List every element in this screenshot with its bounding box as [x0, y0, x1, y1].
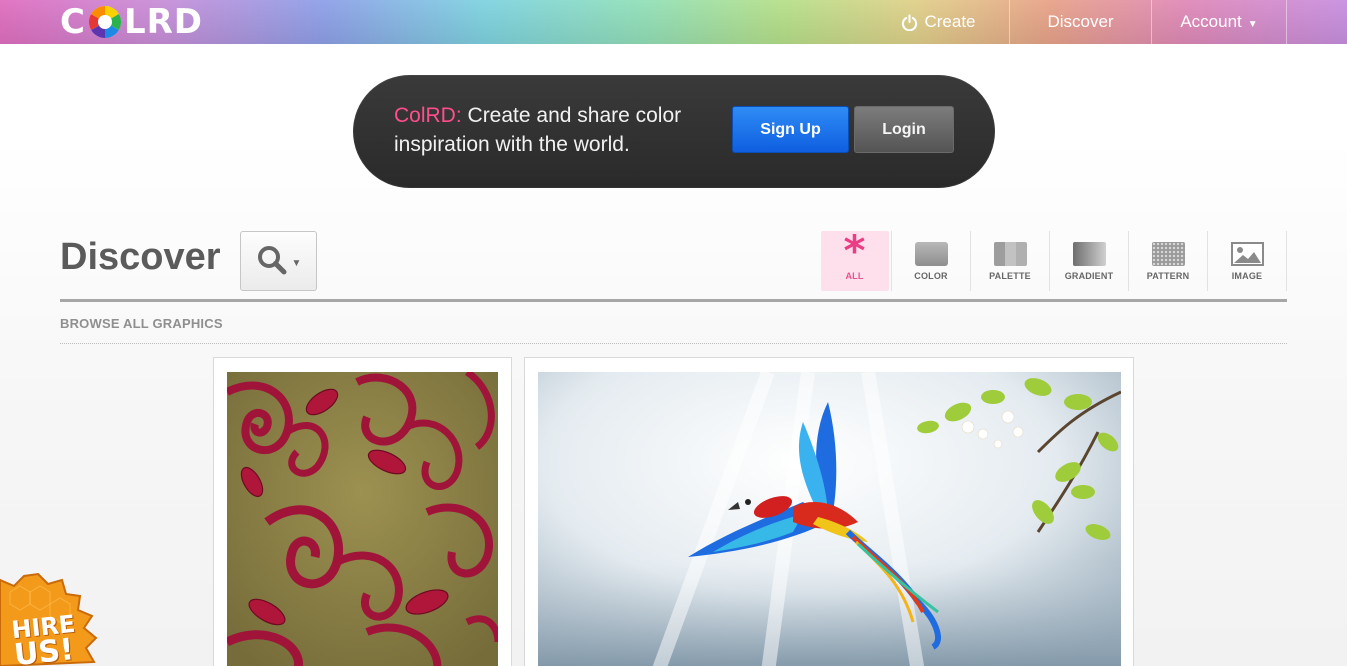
section-divider: [60, 299, 1287, 302]
chevron-down-icon: ▼: [291, 257, 302, 269]
banner-tagline: ColRD: Create and share color inspiratio…: [394, 101, 714, 159]
logo-letters-lrd: LRD: [123, 2, 204, 42]
dotted-divider: [60, 343, 1287, 344]
damask-pattern-thumbnail: [227, 372, 498, 666]
filter-label: COLOR: [914, 271, 948, 281]
filter-palette[interactable]: PALETTE: [971, 231, 1050, 291]
login-button[interactable]: Login: [854, 106, 954, 153]
asterisk-icon: *: [843, 226, 866, 275]
filter-pattern[interactable]: PATTERN: [1129, 231, 1208, 291]
gradient-icon: [1072, 240, 1106, 266]
nav-discover[interactable]: Discover: [1009, 0, 1151, 44]
chevron-down-icon: ▼: [1247, 19, 1258, 30]
signup-button[interactable]: Sign Up: [732, 106, 849, 153]
page-title: Discover: [60, 236, 221, 278]
gallery-card[interactable]: [213, 357, 512, 666]
hire-us-line2: US!: [12, 632, 76, 666]
banner-brand: ColRD:: [394, 104, 462, 127]
hire-us-badge[interactable]: HIRE US!: [0, 572, 120, 666]
color-swatch-icon: [914, 240, 948, 266]
power-icon: [902, 13, 918, 31]
pattern-icon: [1151, 240, 1185, 266]
type-filter-bar: * ALL COLOR PALETTE GRADIENT PATTERN IMA…: [812, 226, 1287, 291]
nav-discover-label: Discover: [1047, 12, 1114, 31]
filter-label: IMAGE: [1231, 271, 1263, 281]
search-button[interactable]: ▼: [240, 231, 317, 291]
logo-letter-c: C: [60, 2, 86, 42]
filter-label: GRADIENT: [1064, 271, 1114, 281]
nav-create[interactable]: Create: [868, 0, 1009, 44]
filter-color[interactable]: COLOR: [892, 231, 971, 291]
search-icon: [257, 246, 287, 275]
nav-create-label: Create: [924, 12, 976, 31]
filter-label: ALL: [845, 271, 864, 281]
colrd-logo[interactable]: C LRD: [60, 2, 204, 42]
nav-account[interactable]: Account ▼: [1151, 0, 1287, 44]
nav-account-label: Account: [1180, 12, 1242, 31]
color-wheel-icon: [88, 5, 121, 39]
filter-image[interactable]: IMAGE: [1208, 231, 1287, 291]
section-heading: BROWSE ALL GRAPHICS: [60, 316, 223, 331]
signup-banner: ColRD: Create and share color inspiratio…: [353, 75, 995, 188]
gallery-card[interactable]: [524, 357, 1134, 666]
image-icon: [1230, 240, 1264, 266]
palette-icon: [993, 240, 1027, 266]
main-nav: Create Discover Account ▼: [868, 0, 1287, 44]
filter-all[interactable]: * ALL: [818, 226, 892, 291]
filter-label: PALETTE: [989, 271, 1031, 281]
parrot-image-thumbnail: [538, 372, 1121, 666]
filter-gradient[interactable]: GRADIENT: [1050, 231, 1129, 291]
filter-label: PATTERN: [1146, 271, 1190, 281]
